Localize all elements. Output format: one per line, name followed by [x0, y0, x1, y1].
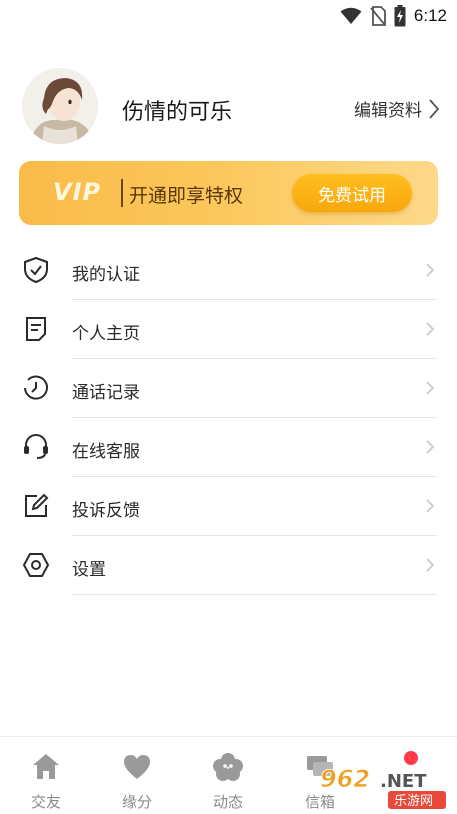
edit-profile-label: 编辑资料: [354, 101, 422, 121]
flower-icon: [213, 753, 243, 781]
nav-tab-label: 动态: [212, 793, 243, 811]
clock-icon: [24, 375, 48, 400]
settings-menu: 我的认证 个人主页 通话记录 在线客服 投诉反馈 设置: [0, 241, 457, 595]
menu-item-label: 通话记录: [72, 383, 140, 403]
chevron-right-icon: [426, 558, 435, 572]
nav-tab-label: 交友: [30, 793, 61, 811]
edit-icon: [25, 493, 49, 517]
settings-gear-icon: [22, 553, 50, 577]
menu-item-label: 我的认证: [72, 265, 140, 285]
menu-item-call-history[interactable]: 通话记录: [0, 359, 457, 418]
nav-tab-moments[interactable]: 动态: [182, 737, 274, 814]
wifi-icon: [340, 7, 362, 24]
status-bar: 6:12: [0, 0, 457, 30]
menu-item-verification[interactable]: 我的认证: [0, 241, 457, 300]
menu-item-feedback[interactable]: 投诉反馈: [0, 477, 457, 536]
menu-item-label: 设置: [72, 560, 106, 580]
vip-banner[interactable]: VIP 开通即享特权 免费试用: [19, 161, 438, 225]
document-icon: [26, 317, 46, 341]
profile-header: 伤情的可乐 编辑资料: [22, 68, 440, 148]
divider: [72, 594, 437, 595]
home-icon: [33, 754, 59, 779]
no-sim-icon: [370, 6, 386, 26]
chevron-right-icon: [426, 381, 435, 395]
status-time: 6:12: [413, 6, 447, 25]
menu-item-settings[interactable]: 设置: [0, 536, 457, 595]
chevron-right-icon: [426, 440, 435, 454]
chevron-right-icon: [429, 98, 440, 119]
vip-divider: [121, 179, 123, 207]
menu-item-customer-service[interactable]: 在线客服: [0, 418, 457, 477]
watermark-logo: 962 .NET 乐游网: [318, 763, 454, 811]
nav-tab-fate[interactable]: 缘分: [91, 737, 183, 814]
heart-icon: [124, 755, 150, 779]
chevron-right-icon: [426, 499, 435, 513]
nav-tab-label: 缘分: [121, 793, 152, 811]
vip-promo-text: 开通即享特权: [129, 185, 244, 207]
menu-item-label: 投诉反馈: [72, 501, 140, 521]
edit-profile-button[interactable]: 编辑资料: [354, 96, 440, 121]
battery-charging-icon: [394, 5, 406, 27]
nav-tab-friends[interactable]: 交友: [0, 737, 92, 814]
menu-item-label: 在线客服: [72, 442, 140, 462]
chevron-right-icon: [426, 263, 435, 277]
shield-check-icon: [24, 256, 48, 284]
free-trial-button[interactable]: 免费试用: [292, 174, 412, 212]
menu-item-homepage[interactable]: 个人主页: [0, 300, 457, 359]
headset-icon: [24, 434, 48, 459]
svg-text:962: 962: [320, 765, 370, 793]
menu-item-label: 个人主页: [72, 324, 140, 344]
svg-text:乐游网: 乐游网: [394, 794, 433, 809]
username: 伤情的可乐: [122, 100, 233, 125]
chevron-right-icon: [426, 322, 435, 336]
svg-text:.NET: .NET: [380, 771, 427, 792]
vip-logo: VIP: [53, 178, 102, 206]
avatar[interactable]: [22, 68, 98, 144]
